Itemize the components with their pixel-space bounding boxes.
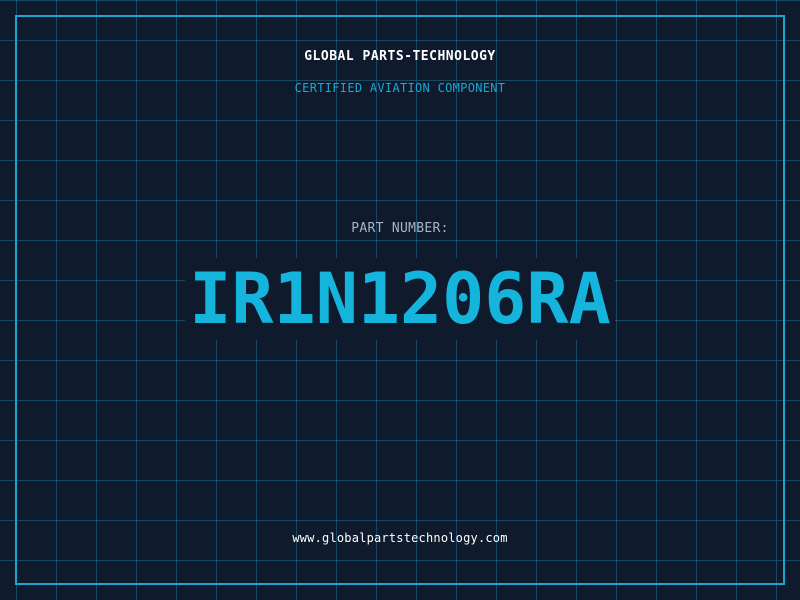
part-number-value: IR1N1206RA [0, 258, 800, 340]
certification-subtitle: CERTIFIED AVIATION COMPONENT [294, 81, 506, 95]
part-number-text: IR1N1206RA [185, 258, 615, 340]
part-number-label: PART NUMBER: [351, 221, 449, 236]
website-url[interactable]: www.globalpartstechnology.com [0, 531, 800, 545]
certificate-canvas: GLOBAL PARTS-TECHNOLOGY CERTIFIED AVIATI… [0, 0, 800, 600]
company-name: GLOBAL PARTS-TECHNOLOGY [304, 49, 496, 64]
